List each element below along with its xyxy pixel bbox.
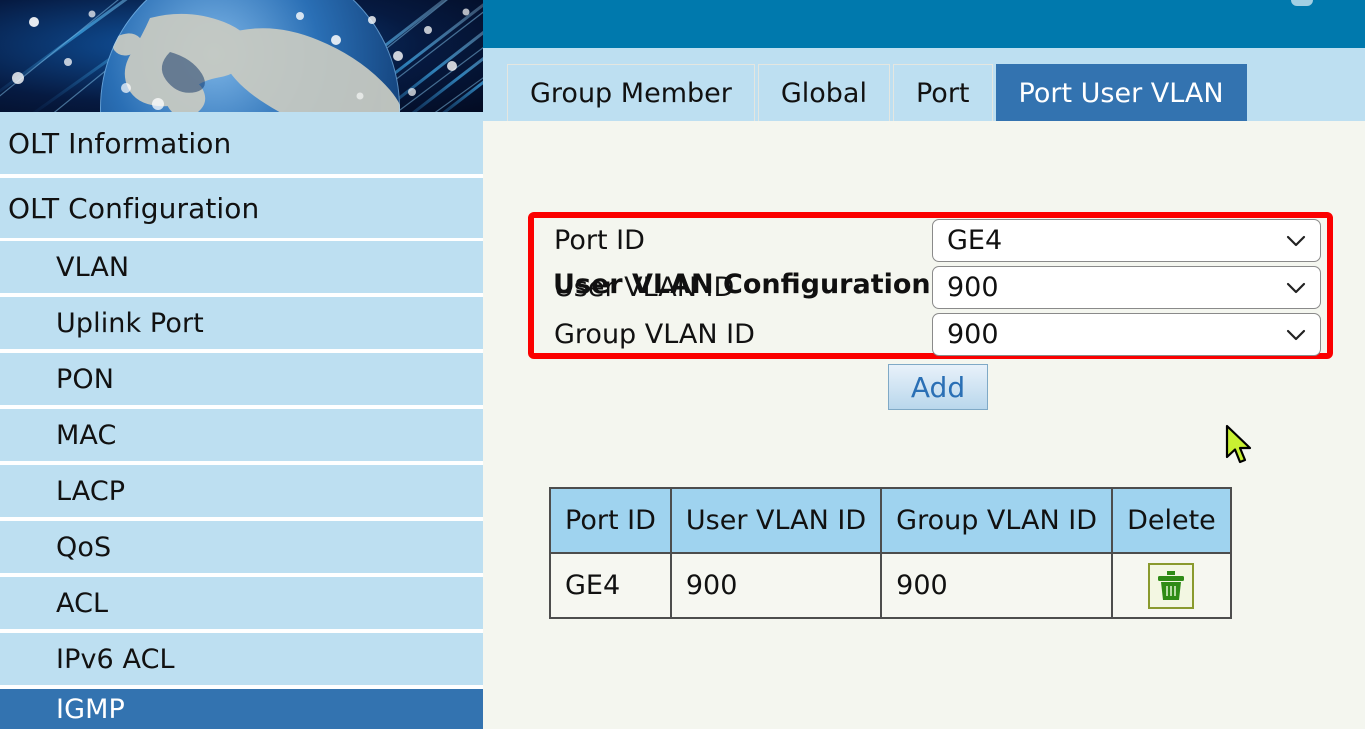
- select-value: 900: [947, 319, 999, 350]
- tab-label: Global: [780, 77, 867, 109]
- sidebar-item-label: IGMP: [56, 693, 125, 725]
- sidebar-item-label: Uplink Port: [56, 307, 204, 339]
- globe-network-banner: [0, 0, 483, 112]
- sidebar-item-label: IPv6 ACL: [56, 643, 175, 675]
- tab-port[interactable]: Port: [892, 64, 993, 121]
- tab-label: Port: [915, 77, 970, 109]
- tab-strip: Group Member Global Port Port User VLAN: [483, 48, 1365, 121]
- user-vlan-id-select[interactable]: 900: [932, 266, 1321, 309]
- column-header: User VLAN ID: [669, 487, 883, 554]
- sidebar-item-qos[interactable]: QoS: [0, 521, 483, 573]
- cell-delete: [1111, 552, 1232, 619]
- column-header: Delete: [1111, 487, 1232, 554]
- cell-port-id: GE4: [549, 552, 672, 619]
- table-body: GE4 900 900: [549, 552, 1232, 619]
- sidebar-item-olt-configuration[interactable]: OLT Configuration: [0, 178, 483, 238]
- header-bar: [483, 0, 1365, 48]
- user-vlan-table: Port ID User VLAN ID Group VLAN ID Delete G…: [549, 487, 1232, 619]
- tab-group-member[interactable]: Group Member: [507, 64, 755, 121]
- sidebar-item-label: LACP: [56, 475, 126, 507]
- form-row-user-vlan-id: User VLAN ID 900: [528, 264, 1333, 311]
- sidebar-item-pon[interactable]: PON: [0, 353, 483, 405]
- add-button[interactable]: Add: [888, 364, 988, 410]
- sidebar-item-label: QoS: [56, 531, 112, 563]
- sidebar-item-label: VLAN: [56, 251, 130, 283]
- tab-list: Group Member Global Port Port User VLAN: [507, 64, 1247, 121]
- tab-label: Group Member: [530, 77, 732, 109]
- sidebar: OLT Information OLT Configuration VLAN Upli…: [0, 0, 483, 729]
- chevron-down-icon[interactable]: [1286, 282, 1306, 294]
- sidebar-item-olt-information[interactable]: OLT Information: [0, 112, 483, 174]
- sidebar-item-uplink-port[interactable]: Uplink Port: [0, 297, 483, 349]
- select-value: GE4: [947, 225, 1003, 256]
- field-label: Group VLAN ID: [554, 319, 755, 350]
- sidebar-item-label: ACL: [56, 587, 109, 619]
- cell-user-vlan-id: 900: [669, 552, 883, 619]
- sidebar-item-ipv6-acl[interactable]: IPv6 ACL: [0, 633, 483, 685]
- sidebar-item-label: OLT Information: [8, 126, 232, 160]
- user-vlan-configuration-form: Port ID GE4 User VLAN ID 900 Group VLAN ID 90…: [528, 212, 1333, 359]
- sidebar-item-vlan[interactable]: VLAN: [0, 241, 483, 293]
- cell-group-vlan-id: 900: [880, 552, 1114, 619]
- trash-icon[interactable]: [1148, 562, 1195, 609]
- main-content: User VLAN Configuration Port ID GE4 User V…: [483, 121, 1365, 729]
- tab-port-user-vlan[interactable]: Port User VLAN: [995, 64, 1247, 121]
- sidebar-item-lacp[interactable]: LACP: [0, 465, 483, 517]
- field-label: User VLAN ID: [554, 272, 735, 303]
- table-row: GE4 900 900: [549, 552, 1232, 619]
- table-header-row: Port ID User VLAN ID Group VLAN ID Delete: [549, 487, 1232, 554]
- sidebar-item-igmp[interactable]: IGMP: [0, 689, 483, 729]
- form-row-group-vlan-id: Group VLAN ID 900: [528, 311, 1333, 358]
- column-header: Group VLAN ID: [880, 487, 1114, 554]
- group-vlan-id-select[interactable]: 900: [932, 313, 1321, 356]
- logo-cutoff-mark-icon: [1291, 0, 1313, 6]
- sidebar-item-label: OLT Configuration: [8, 191, 260, 225]
- column-header: Port ID: [549, 487, 672, 554]
- port-id-select[interactable]: GE4: [932, 219, 1321, 262]
- field-label: Port ID: [554, 225, 645, 256]
- sidebar-item-acl[interactable]: ACL: [0, 577, 483, 629]
- chevron-down-icon[interactable]: [1286, 329, 1306, 341]
- sidebar-item-mac[interactable]: MAC: [0, 409, 483, 461]
- tab-global[interactable]: Global: [757, 64, 890, 121]
- sidebar-item-label: PON: [56, 363, 115, 395]
- select-value: 900: [947, 272, 999, 303]
- sidebar-item-label: MAC: [56, 419, 117, 451]
- tab-label: Port User VLAN: [1018, 77, 1224, 109]
- chevron-down-icon[interactable]: [1286, 235, 1306, 247]
- app-root: OLT Information OLT Configuration VLAN Upli…: [0, 0, 1365, 729]
- form-row-port-id: Port ID GE4: [528, 217, 1333, 264]
